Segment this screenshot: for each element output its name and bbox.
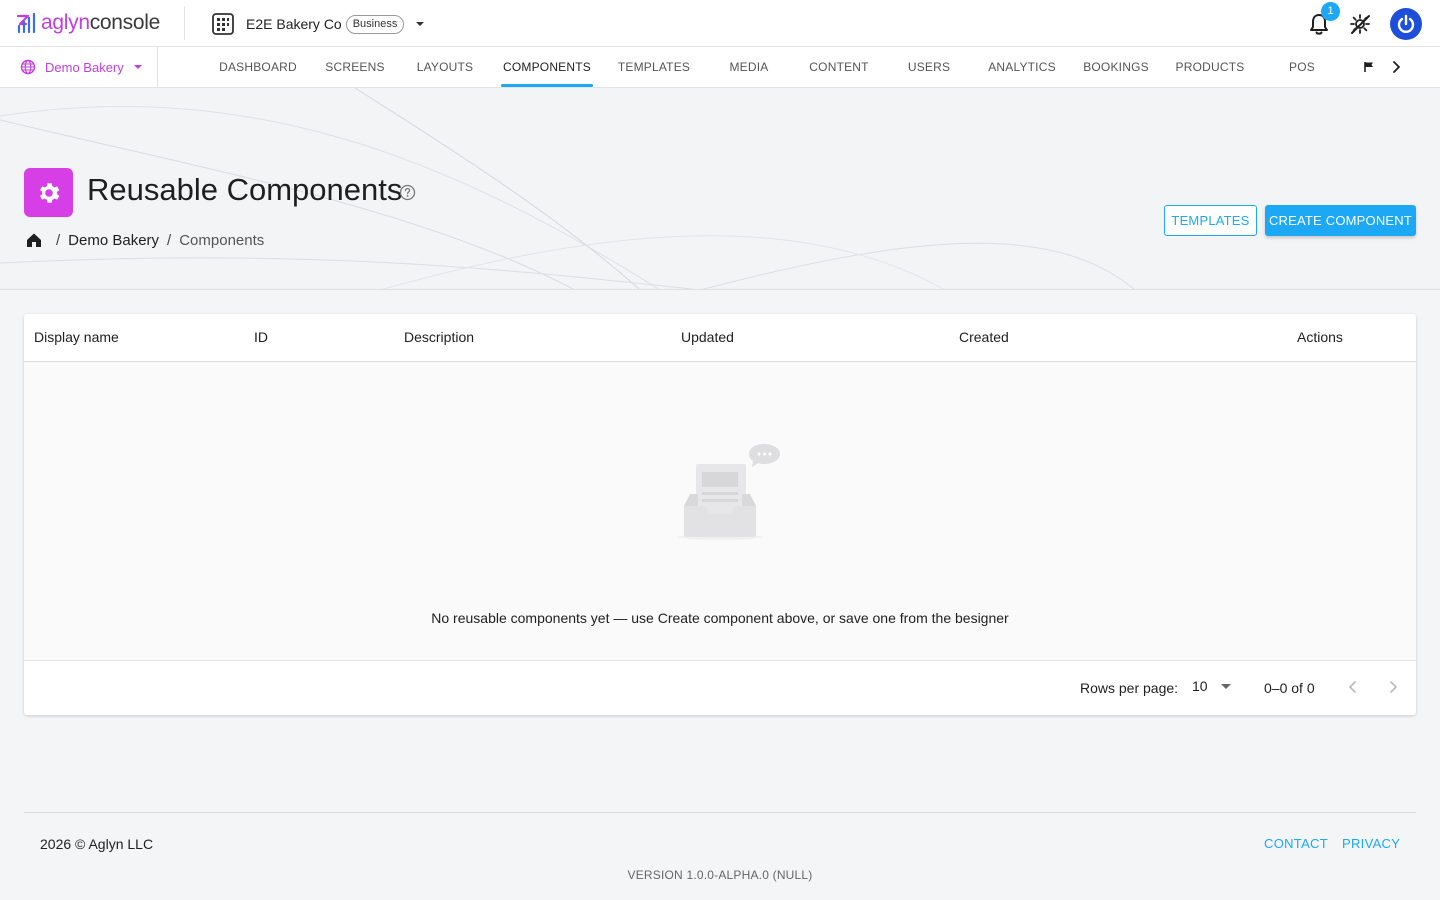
app-logo[interactable]: aglynconsole <box>16 10 160 36</box>
divider <box>184 6 185 40</box>
tab-analytics[interactable]: ANALYTICS <box>979 47 1065 88</box>
logo-text-console: console <box>89 11 161 34</box>
tab-screens[interactable]: SCREENS <box>318 47 392 88</box>
column-id[interactable]: ID <box>254 329 268 345</box>
home-icon[interactable] <box>25 231 43 249</box>
breadcrumb-current: Components <box>179 231 265 249</box>
chevron-down-icon <box>1220 683 1231 689</box>
copyright: 2026 © Aglyn LLC <box>40 836 154 852</box>
breadcrumb-separator: / <box>167 231 172 249</box>
chevron-left-icon[interactable] <box>1345 679 1361 695</box>
tab-dashboard[interactable]: DASHBOARD <box>212 47 304 88</box>
notification-count-badge: 1 <box>1321 2 1340 21</box>
page-header: Reusable Components / Demo Bakery / Comp… <box>0 88 1440 290</box>
create-component-button[interactable]: CREATE COMPONENT <box>1265 205 1416 236</box>
chevron-right-icon[interactable] <box>1385 679 1401 695</box>
site-switcher[interactable]: Demo Bakery <box>20 59 142 75</box>
tab-media[interactable]: MEDIA <box>718 47 780 88</box>
organization-name: E2E Bakery Co <box>246 16 342 32</box>
column-description[interactable]: Description <box>404 329 474 345</box>
table-pagination: Rows per page: 10 0–0 of 0 <box>24 661 1416 715</box>
tab-layouts[interactable]: LAYOUTS <box>408 47 482 88</box>
table-header: Display name ID Description Updated Crea… <box>24 314 1416 362</box>
page-title: Reusable Components <box>87 172 403 207</box>
contact-link[interactable]: CONTACT <box>1264 836 1328 851</box>
chevron-down-icon <box>416 22 425 26</box>
main-nav: Demo Bakery DASHBOARD SCREENS LAYOUTS CO… <box>0 47 1440 88</box>
organization-switcher[interactable]: E2E Bakery Co Business <box>211 11 425 37</box>
tab-products[interactable]: PRODUCTS <box>1170 47 1250 88</box>
chevron-right-icon[interactable] <box>1389 60 1403 74</box>
logo-text-aglyn: aglyn <box>41 11 90 34</box>
privacy-link[interactable]: PRIVACY <box>1342 836 1400 851</box>
rows-per-page-value: 10 <box>1192 678 1208 694</box>
active-tab-indicator <box>501 84 593 87</box>
empty-state: No reusable components yet — use Create … <box>24 362 1416 661</box>
power-button[interactable] <box>1390 8 1422 40</box>
templates-button[interactable]: TEMPLATES <box>1164 205 1257 236</box>
logo-text: aglynconsole <box>41 10 160 36</box>
page-icon <box>24 168 73 217</box>
column-created[interactable]: Created <box>959 329 1009 345</box>
tab-components[interactable]: COMPONENTS <box>501 47 593 88</box>
pagination-range: 0–0 of 0 <box>1264 680 1315 696</box>
tab-users[interactable]: USERS <box>900 47 958 88</box>
column-display-name[interactable]: Display name <box>34 329 119 345</box>
breadcrumb: / Demo Bakery / Components <box>25 231 264 249</box>
logo-icon <box>16 12 36 34</box>
chevron-down-icon <box>133 65 142 69</box>
top-bar: aglynconsole E2E Bakery Co Business 1 <box>0 0 1440 47</box>
globe-icon <box>20 59 36 75</box>
divider <box>157 47 158 87</box>
rows-per-page-label: Rows per page: <box>1080 680 1179 696</box>
rows-per-page-select[interactable]: 10 <box>1192 678 1231 694</box>
version-text: VERSION 1.0.0-ALPHA.0 (NULL) <box>627 868 813 882</box>
help-circle-icon[interactable] <box>399 184 416 201</box>
building-icon <box>212 13 234 35</box>
power-icon <box>1397 14 1415 33</box>
column-updated[interactable]: Updated <box>681 329 734 345</box>
breadcrumb-separator: / <box>56 231 61 249</box>
column-actions: Actions <box>1297 329 1343 345</box>
tab-pos[interactable]: POS <box>1280 47 1324 88</box>
plan-badge: Business <box>345 14 405 34</box>
footer-divider <box>24 812 1416 813</box>
empty-inbox-icon <box>678 444 780 540</box>
tab-bookings[interactable]: BOOKINGS <box>1076 47 1156 88</box>
empty-message: No reusable components yet — use Create … <box>431 610 1009 626</box>
theme-toggle-icon[interactable] <box>1349 13 1371 35</box>
breadcrumb-site[interactable]: Demo Bakery <box>68 232 159 249</box>
site-name: Demo Bakery <box>45 59 124 75</box>
gear-icon <box>39 182 59 203</box>
flag-icon[interactable] <box>1364 61 1375 73</box>
tab-templates[interactable]: TEMPLATES <box>612 47 696 88</box>
tab-content[interactable]: CONTENT <box>802 47 876 88</box>
components-table: Display name ID Description Updated Crea… <box>24 314 1416 715</box>
